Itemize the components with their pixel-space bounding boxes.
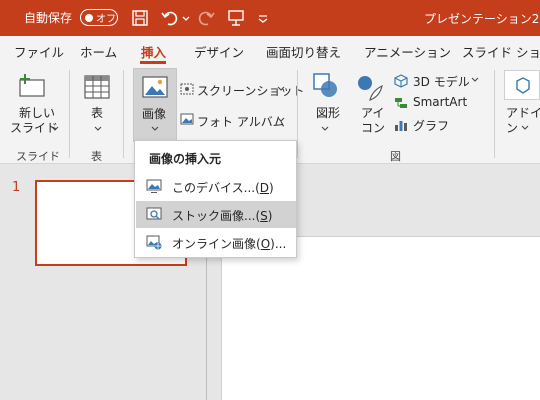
menu-item-online-pictures[interactable]: オンライン画像(O)... <box>136 229 296 256</box>
photo-album-label[interactable]: フォト アルバム <box>197 113 285 130</box>
active-tab-indicator <box>140 61 166 64</box>
smartart-label[interactable]: SmartArt <box>413 95 467 109</box>
addins-icon <box>516 77 530 94</box>
present-from-beginning-icon[interactable] <box>226 8 246 28</box>
icons-label-2[interactable]: コン <box>361 121 385 136</box>
autosave-label: 自動保存 <box>24 11 73 25</box>
tab-transitions[interactable]: 画面切り替え <box>266 42 341 61</box>
chevron-down-icon <box>321 126 329 131</box>
chevron-down-icon <box>277 117 285 122</box>
undo-dropdown-icon[interactable] <box>181 8 191 28</box>
autosave-state: オフ <box>96 14 116 25</box>
chevron-down-icon <box>94 126 102 131</box>
device-icon <box>146 179 162 193</box>
chart-label[interactable]: グラフ <box>413 117 449 134</box>
chevron-down-icon <box>51 126 59 131</box>
undo-icon[interactable] <box>160 8 180 28</box>
document-title: プレゼンテーション2 - P <box>424 12 540 26</box>
picture-icon <box>142 76 168 98</box>
icons-icon[interactable] <box>354 72 384 102</box>
addins-button[interactable] <box>504 70 540 100</box>
slide-number: 1 <box>12 180 21 195</box>
toggle-knob <box>85 13 93 22</box>
ribbon-tabs: ファイル ホーム 挿入 デザイン 画面切り替え アニメーション スライド ショー <box>0 36 540 66</box>
shapes-label[interactable]: 図形 <box>316 106 340 121</box>
insert-picture-menu: 画像の挿入元 このデバイス...(D) ストック画像...(S) オンライン画像… <box>134 140 297 258</box>
menu-item-stock-images[interactable]: ストック画像...(S) <box>136 201 296 228</box>
menu-item-label: このデバイス...(D) <box>172 181 274 195</box>
3d-models-label[interactable]: 3D モデル <box>413 73 470 90</box>
tab-design[interactable]: デザイン <box>194 42 244 61</box>
photo-album-icon[interactable] <box>180 112 194 126</box>
addins-label-2[interactable]: ン <box>506 121 518 136</box>
redo-icon[interactable] <box>196 8 216 28</box>
picture-button[interactable]: 画像 <box>133 68 177 142</box>
group-divider <box>123 70 124 158</box>
slide-canvas[interactable] <box>221 236 540 400</box>
shapes-icon[interactable] <box>312 72 340 100</box>
addins-label-1[interactable]: アドイ <box>506 106 540 121</box>
autosave-toggle[interactable]: オフ <box>80 9 118 26</box>
customize-toolbar-icon[interactable] <box>256 8 270 28</box>
chart-icon[interactable] <box>394 118 408 132</box>
group-divider <box>494 70 495 158</box>
picture-label: 画像 <box>142 107 167 121</box>
menu-header: 画像の挿入元 <box>149 152 222 166</box>
tab-home[interactable]: ホーム <box>80 42 117 61</box>
menu-item-label: ストック画像...(S) <box>172 209 273 223</box>
chevron-down-icon <box>151 126 159 131</box>
group-divider <box>297 70 298 158</box>
smartart-icon[interactable] <box>394 96 408 110</box>
icons-label-1[interactable]: アイ <box>361 106 384 121</box>
tables-group-label: 表 <box>91 150 102 163</box>
slides-group-label: スライド <box>16 150 60 163</box>
save-icon[interactable] <box>130 8 150 28</box>
chevron-down-icon <box>521 125 529 130</box>
tab-animations[interactable]: アニメーション <box>364 42 451 61</box>
chevron-down-icon <box>277 86 285 91</box>
screenshot-icon[interactable] <box>180 82 194 96</box>
title-bar: 自動保存 オフ プレゼンテーション2 - P <box>0 0 540 36</box>
new-slide-label-1[interactable]: 新しい <box>19 106 55 121</box>
menu-item-this-device[interactable]: このデバイス...(D) <box>136 173 296 200</box>
tab-slide-show[interactable]: スライド ショー <box>462 42 540 61</box>
stock-images-icon <box>146 207 162 220</box>
new-slide-icon[interactable] <box>17 72 47 98</box>
tab-file[interactable]: ファイル <box>14 42 64 61</box>
menu-item-label: オンライン画像(O)... <box>172 237 287 251</box>
illustrations-group-label: 図 <box>390 150 401 163</box>
table-label[interactable]: 表 <box>91 106 103 121</box>
chevron-down-icon <box>471 77 479 82</box>
tab-insert[interactable]: 挿入 <box>141 42 166 61</box>
3d-models-icon[interactable] <box>394 74 408 88</box>
online-pictures-icon <box>146 235 162 250</box>
screenshot-label[interactable]: スクリーンショット <box>197 82 304 99</box>
group-divider <box>69 70 70 158</box>
table-icon[interactable] <box>83 74 111 100</box>
